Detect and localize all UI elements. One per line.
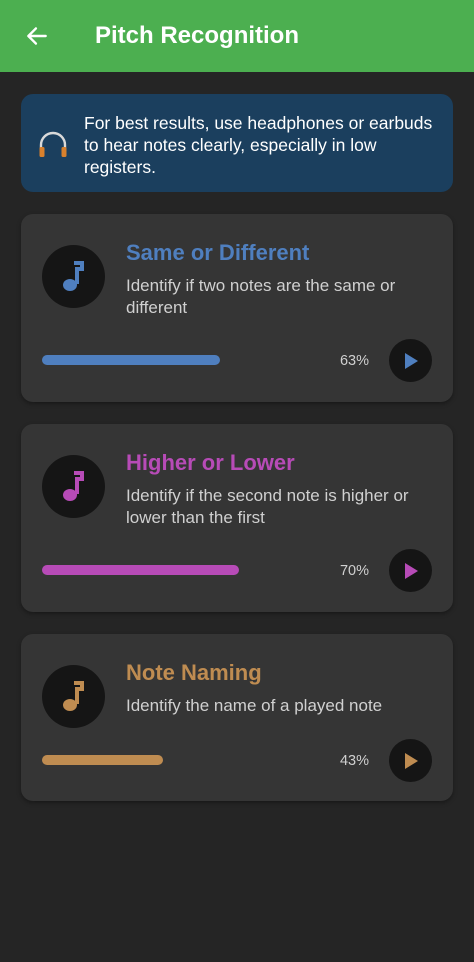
progress-bar (42, 355, 324, 365)
arrow-left-icon (27, 27, 47, 45)
headphones-tip-banner: For best results, use headphones or earb… (21, 94, 453, 192)
progress-percent: 63% (339, 353, 369, 369)
banner-text: For best results, use headphones or earb… (84, 113, 433, 177)
exercise-card-higher-or-lower[interactable]: Higher or Lower Identify if the second n… (21, 424, 453, 612)
exercise-description: Identify if two notes are the same or di… (126, 276, 396, 317)
play-icon (404, 352, 418, 369)
music-note-icon (62, 470, 84, 501)
exercise-title: Same or Different (126, 240, 310, 265)
exercise-card-note-naming[interactable]: Note Naming Identify the name of a playe… (21, 634, 453, 801)
progress-percent: 70% (339, 563, 369, 579)
progress-fill (42, 565, 240, 575)
progress-bar (42, 565, 324, 575)
page-title: Pitch Recognition (95, 22, 299, 49)
exercise-title: Note Naming (126, 660, 262, 685)
music-note-icon (62, 680, 84, 711)
progress-percent: 43% (339, 753, 369, 769)
headphones-icon (39, 131, 67, 157)
play-icon (404, 752, 418, 769)
exercise-description: Identify if the second note is higher or… (126, 486, 409, 527)
play-button[interactable] (389, 339, 432, 382)
back-button[interactable] (22, 21, 52, 51)
play-icon (404, 562, 418, 579)
exercise-icon-circle (42, 665, 105, 728)
exercise-description: Identify the name of a played note (126, 696, 383, 715)
progress-fill (42, 755, 164, 765)
play-button[interactable] (389, 739, 432, 782)
exercise-title: Higher or Lower (126, 450, 295, 475)
exercise-icon-circle (42, 245, 105, 308)
exercise-card-same-or-different[interactable]: Same or Different Identify if two notes … (21, 214, 453, 402)
music-note-icon (62, 260, 84, 291)
progress-fill (42, 355, 220, 365)
play-button[interactable] (389, 549, 432, 592)
app-bar: Pitch Recognition (0, 0, 474, 72)
exercise-icon-circle (42, 455, 105, 518)
progress-bar (42, 755, 324, 765)
